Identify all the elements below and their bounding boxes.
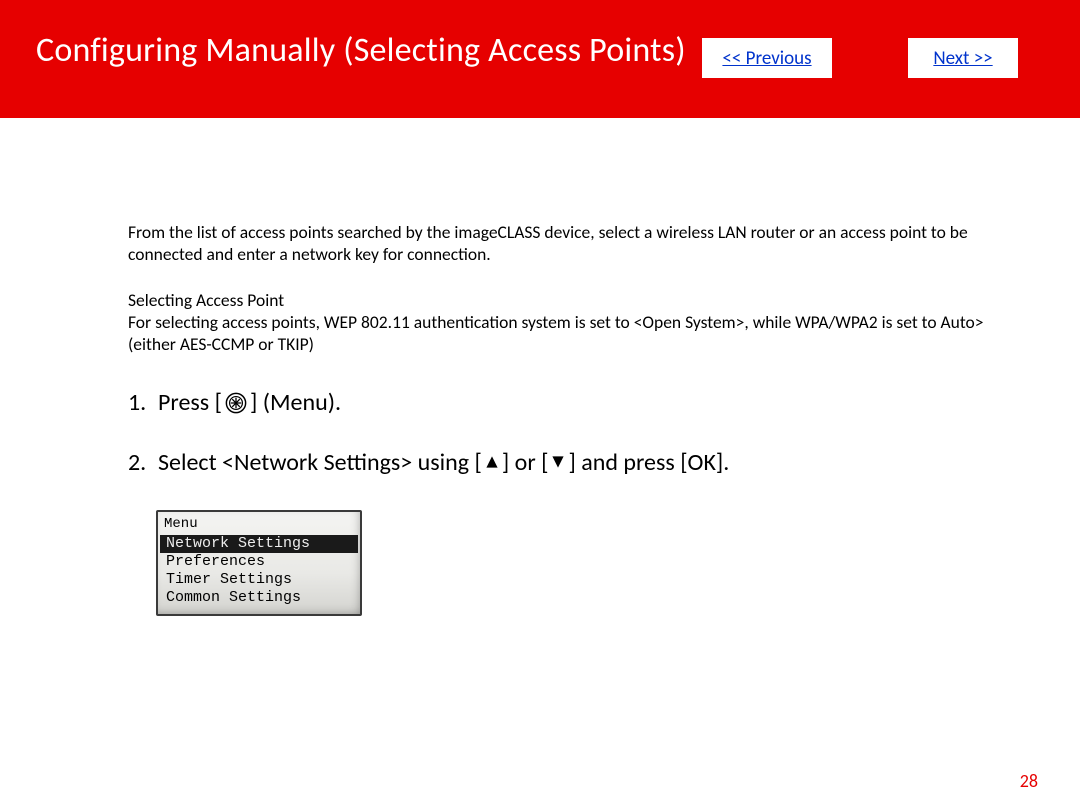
page-root: Configuring Manually (Selecting Access P… [0, 0, 1080, 810]
previous-button[interactable]: << Previous [702, 38, 832, 78]
step-2-number: 2. [128, 446, 158, 480]
steps-list: 1. Press [ [128, 386, 998, 505]
header-bar: Configuring Manually (Selecting Access P… [0, 0, 1080, 118]
step-2-text-a: Select <Network Settings> using [ [158, 446, 482, 480]
next-button[interactable]: Next >> [908, 38, 1018, 78]
step-2: 2. Select <Network Settings> using [ ] o… [128, 446, 998, 480]
subsection-heading: Selecting Access Point [128, 290, 998, 312]
lcd-item: Timer Settings [164, 571, 354, 589]
step-2-text-b: ] or [ [502, 446, 549, 480]
up-triangle-icon [485, 455, 499, 469]
menu-button-icon [225, 392, 247, 414]
lcd-title: Menu [164, 516, 354, 533]
lcd-item: Common Settings [164, 589, 354, 607]
intro-paragraph: From the list of access points searched … [128, 222, 998, 266]
page-number: 28 [1020, 770, 1038, 792]
device-lcd-screenshot: Menu Network Settings Preferences Timer … [156, 510, 362, 616]
lcd-item-selected: Network Settings [160, 535, 358, 553]
step-1-number: 1. [128, 386, 158, 420]
down-triangle-icon [551, 455, 565, 469]
step-2-text: Select <Network Settings> using [ ] or [… [158, 446, 729, 480]
step-1-text: Press [ ] (M [158, 386, 341, 420]
step-1-text-a: Press [ [158, 386, 222, 420]
lcd-item: Preferences [164, 553, 354, 571]
page-title: Configuring Manually (Selecting Access P… [36, 30, 686, 71]
step-1: 1. Press [ [128, 386, 998, 420]
step-2-text-c: ] and press [OK]. [568, 446, 729, 480]
subsection: Selecting Access Point For selecting acc… [128, 290, 998, 356]
subsection-body: For selecting access points, WEP 802.11 … [128, 312, 998, 356]
step-1-text-b: ] (Menu). [250, 386, 341, 420]
intro-text: From the list of access points searched … [128, 222, 998, 270]
